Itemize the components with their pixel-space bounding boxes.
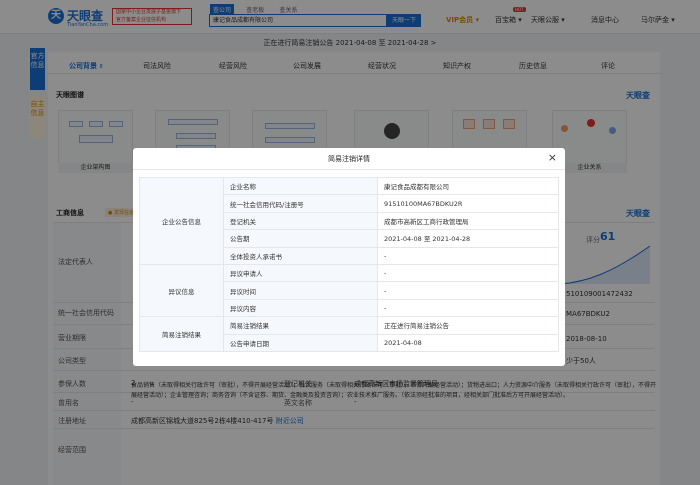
- field-value: 91510100MA67BDKU2R: [377, 194, 559, 213]
- field-key: 异议时间: [223, 281, 378, 300]
- field-key: 异议内容: [223, 298, 378, 318]
- field-key: 公告期: [223, 229, 378, 248]
- field-key: 简易注销结果: [223, 316, 378, 335]
- modal-title: 简易注销详情: [328, 155, 370, 163]
- field-value: -: [377, 298, 559, 318]
- field-value: 2021-04-08 至 2021-04-28: [377, 229, 559, 248]
- field-key: 公告申请日期: [223, 333, 378, 352]
- group-label: 企业公告信息: [139, 177, 224, 265]
- deregistration-table: 企业公告信息 企业名称 康记食品成都有限公司 统一社会信用代码/注册号 91510100…: [139, 176, 559, 352]
- field-value: -: [377, 281, 559, 300]
- deregistration-modal: 简易注销详情 × 企业公告信息 企业名称 康记食品成都有限公司 统一社会信用代码/注册…: [133, 148, 565, 366]
- field-value: -: [377, 263, 559, 283]
- field-key: 异议申请人: [223, 263, 378, 283]
- field-value: 成都市高新区工商行政管理局: [377, 211, 559, 231]
- table-row: 简易注销结果 简易注销结果 正在进行简易注销公告: [139, 316, 559, 352]
- table-row: 企业公告信息 企业名称 康记食品成都有限公司: [139, 176, 559, 265]
- field-value: 康记食品成都有限公司: [377, 176, 559, 196]
- close-icon[interactable]: ×: [548, 152, 557, 163]
- field-value: 正在进行简易注销公告: [377, 316, 559, 335]
- group-label: 简易注销结果: [139, 316, 224, 352]
- modal-divider: [133, 169, 565, 170]
- field-key: 登记机关: [223, 211, 378, 231]
- field-value: -: [377, 246, 559, 265]
- field-key: 企业名称: [223, 176, 378, 196]
- table-row: 异议信息 异议申请人 -: [139, 263, 559, 318]
- field-key: 全体投资人承诺书: [223, 246, 378, 265]
- field-key: 统一社会信用代码/注册号: [223, 194, 378, 213]
- group-label: 异议信息: [139, 263, 224, 318]
- field-value: 2021-04-08: [377, 333, 559, 352]
